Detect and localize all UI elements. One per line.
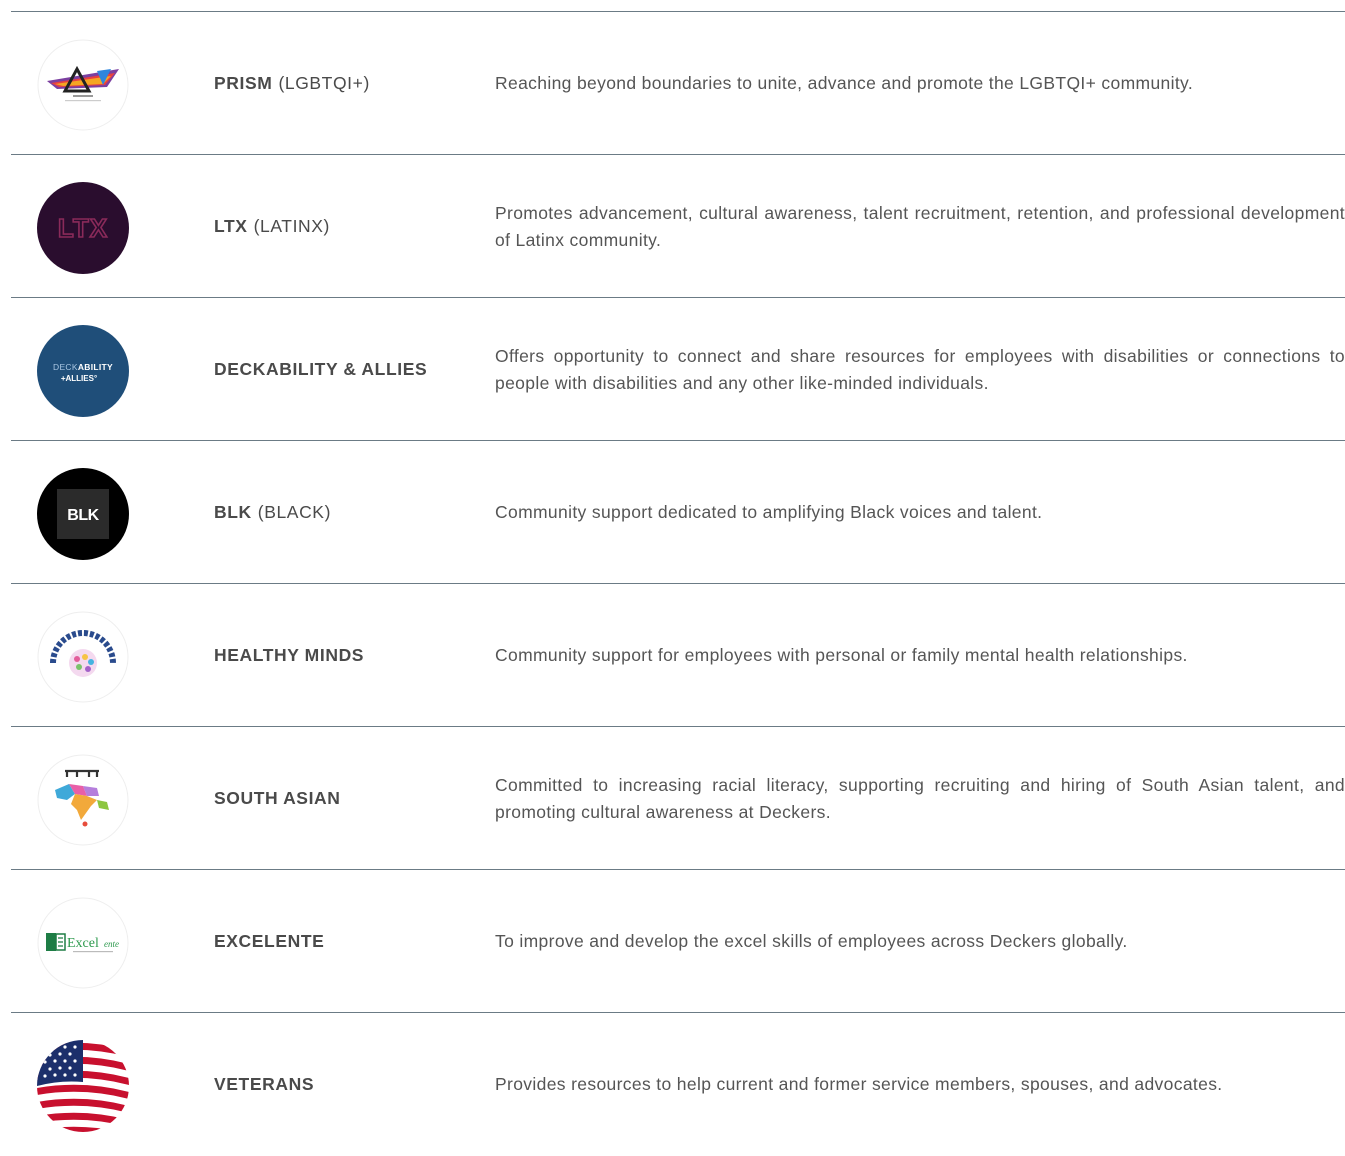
- group-name: PRISM (LGBTQI+): [214, 12, 484, 155]
- excelente-logo-icon: Excel ente: [37, 897, 129, 989]
- group-name: LTX (LATINX): [214, 155, 484, 298]
- table-row: DECKABILITY +ALLIES° DECKABILITY & ALLIE…: [11, 297, 1345, 440]
- svg-text:Excel: Excel: [67, 936, 99, 951]
- description-text: Promotes advancement, cultural awareness…: [495, 202, 1345, 250]
- group-subtitle: (LGBTQI+): [278, 73, 370, 93]
- group-description: Community support dedicated to amplifyin…: [495, 441, 1345, 584]
- svg-text:LTX: LTX: [58, 213, 108, 243]
- description-text: Community support dedicated to amplifyin…: [495, 502, 1043, 522]
- group-title: VETERANS: [214, 1074, 315, 1094]
- group-name: SOUTH ASIAN: [214, 727, 484, 870]
- group-description: Offers opportunity to connect and share …: [495, 298, 1345, 441]
- group-subtitle: (LATINX): [253, 216, 330, 236]
- description-text: Offers opportunity to connect and share …: [495, 345, 1345, 393]
- us-flag-logo-icon: [37, 1040, 129, 1132]
- ltx-logo-icon: LTX: [37, 182, 129, 274]
- group-subtitle: (BLACK): [257, 502, 332, 522]
- group-description: Provides resources to help current and f…: [495, 1013, 1345, 1156]
- group-description: Promotes advancement, cultural awareness…: [495, 155, 1345, 298]
- group-description: Reaching beyond boundaries to unite, adv…: [495, 12, 1345, 155]
- group-title: EXCELENTE: [214, 931, 325, 951]
- group-title: DECKABILITY & ALLIES: [214, 359, 428, 379]
- svg-text:BLK: BLK: [67, 507, 99, 524]
- svg-text:DECKABILITY: DECKABILITY: [53, 362, 113, 372]
- table-row: VETERANS Provides resources to help curr…: [11, 1012, 1345, 1155]
- group-name: HEALTHY MINDS: [214, 584, 484, 727]
- group-name: VETERANS: [214, 1013, 484, 1156]
- svg-text:ente: ente: [104, 939, 119, 949]
- group-description: Community support for employees with per…: [495, 584, 1345, 727]
- description-text: Committed to increasing racial literacy,…: [495, 774, 1345, 822]
- table-row: SOUTH ASIAN Committed to increasing raci…: [11, 726, 1345, 869]
- table-row: PRISM (LGBTQI+) Reaching beyond boundari…: [11, 11, 1345, 154]
- healthy-minds-logo-icon: [37, 611, 129, 703]
- group-title: BLK: [214, 502, 252, 522]
- svg-text:+ALLIES°: +ALLIES°: [61, 374, 97, 383]
- table-row: BLK BLK (BLACK) Community support dedica…: [11, 440, 1345, 583]
- group-title: LTX: [214, 216, 248, 236]
- blk-logo-icon: BLK: [37, 468, 129, 560]
- description-text: To improve and develop the excel skills …: [495, 931, 1128, 951]
- group-description: To improve and develop the excel skills …: [495, 870, 1345, 1013]
- group-title: PRISM: [214, 73, 273, 93]
- group-title: HEALTHY MINDS: [214, 645, 365, 665]
- south-asia-map-logo-icon: [37, 754, 129, 846]
- group-name: DECKABILITY & ALLIES: [214, 298, 484, 441]
- group-name: BLK (BLACK): [214, 441, 484, 584]
- group-description: Committed to increasing racial literacy,…: [495, 727, 1345, 870]
- erg-table: PRISM (LGBTQI+) Reaching beyond boundari…: [11, 11, 1345, 1155]
- prism-rainbow-logo-icon: [37, 39, 129, 131]
- table-row: LTX LTX (LATINX) Promotes advancement, c…: [11, 154, 1345, 297]
- table-row: HEALTHY MINDS Community support for empl…: [11, 583, 1345, 726]
- description-text: Provides resources to help current and f…: [495, 1074, 1223, 1094]
- description-text: Community support for employees with per…: [495, 645, 1188, 665]
- group-title: SOUTH ASIAN: [214, 788, 341, 808]
- deckability-logo-icon: DECKABILITY +ALLIES°: [37, 325, 129, 417]
- description-text: Reaching beyond boundaries to unite, adv…: [495, 73, 1194, 93]
- group-name: EXCELENTE: [214, 870, 484, 1013]
- table-row: Excel ente EXCELENTE To improve and deve…: [11, 869, 1345, 1012]
